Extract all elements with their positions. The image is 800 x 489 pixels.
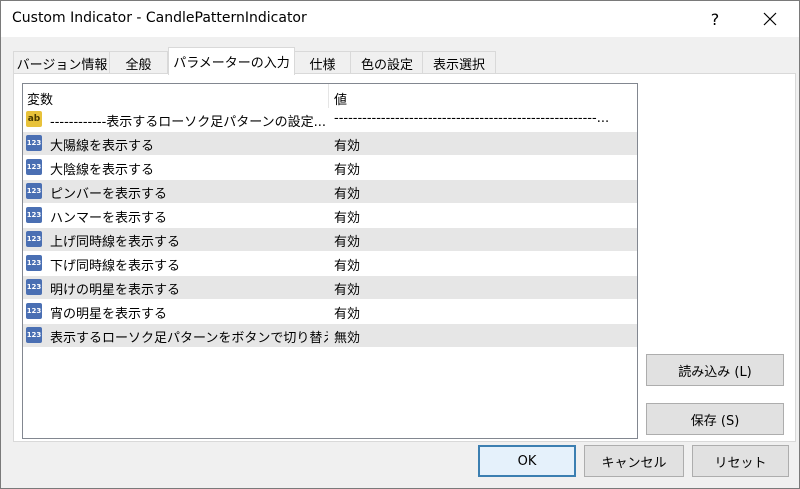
table-row[interactable]: ab ------------表示するローソク足パターンの設定... -----… [23, 108, 637, 132]
column-header-variable[interactable]: 変数 [27, 89, 53, 108]
integer-icon: 123 [26, 207, 42, 223]
table-row[interactable]: 123 ハンマーを表示する 有効 [23, 204, 637, 228]
cancel-button[interactable]: キャンセル [584, 445, 684, 477]
column-header-value[interactable]: 値 [334, 89, 347, 108]
table-row[interactable]: 123 大陰線を表示する 有効 [23, 156, 637, 180]
integer-icon: 123 [26, 135, 42, 151]
integer-icon: 123 [26, 279, 42, 295]
help-button[interactable]: ? [697, 1, 733, 37]
reset-button[interactable]: リセット [692, 445, 789, 477]
integer-icon: 123 [26, 255, 42, 271]
parameters-panel: 変数 値 ab ------------表示するローソク足パターンの設定... … [13, 73, 796, 442]
close-icon [763, 12, 777, 26]
integer-icon: 123 [26, 231, 42, 247]
tab-parameters[interactable]: パラメーターの入力 [168, 47, 295, 75]
string-icon: ab [26, 111, 42, 127]
table-row[interactable]: 123 上げ同時線を表示する 有効 [23, 228, 637, 252]
integer-icon: 123 [26, 159, 42, 175]
tab-specs[interactable]: 仕様 [293, 51, 352, 74]
title-bar: Custom Indicator - CandlePatternIndicato… [1, 1, 799, 37]
parameters-grid: 変数 値 ab ------------表示するローソク足パターンの設定... … [22, 83, 638, 439]
integer-icon: 123 [26, 303, 42, 319]
tab-version-info[interactable]: バージョン情報 [13, 51, 111, 74]
column-divider[interactable] [328, 84, 329, 108]
table-row[interactable]: 123 明けの明星を表示する 有効 [23, 276, 637, 300]
integer-icon: 123 [26, 327, 42, 343]
help-icon: ? [710, 9, 720, 29]
grid-header: 変数 値 [23, 84, 637, 108]
table-row[interactable]: 123 表示するローソク足パターンをボタンで切り替え・.. 無効 [23, 324, 637, 348]
tab-general[interactable]: 全般 [109, 51, 168, 74]
table-row[interactable]: 123 下げ同時線を表示する 有効 [23, 252, 637, 276]
table-row[interactable]: 123 大陽線を表示する 有効 [23, 132, 637, 156]
table-row[interactable]: 123 ピンバーを表示する 有効 [23, 180, 637, 204]
tab-color-settings[interactable]: 色の設定 [350, 51, 424, 74]
ok-button[interactable]: OK [478, 445, 576, 477]
load-button[interactable]: 読み込み (L) [646, 354, 784, 386]
tab-display-selection[interactable]: 表示選択 [422, 51, 496, 74]
integer-icon: 123 [26, 183, 42, 199]
save-button[interactable]: 保存 (S) [646, 403, 784, 435]
window-title: Custom Indicator - CandlePatternIndicato… [12, 10, 307, 26]
custom-indicator-dialog: Custom Indicator - CandlePatternIndicato… [0, 0, 800, 489]
table-row[interactable]: 123 宵の明星を表示する 有効 [23, 300, 637, 324]
close-button[interactable] [747, 1, 793, 37]
